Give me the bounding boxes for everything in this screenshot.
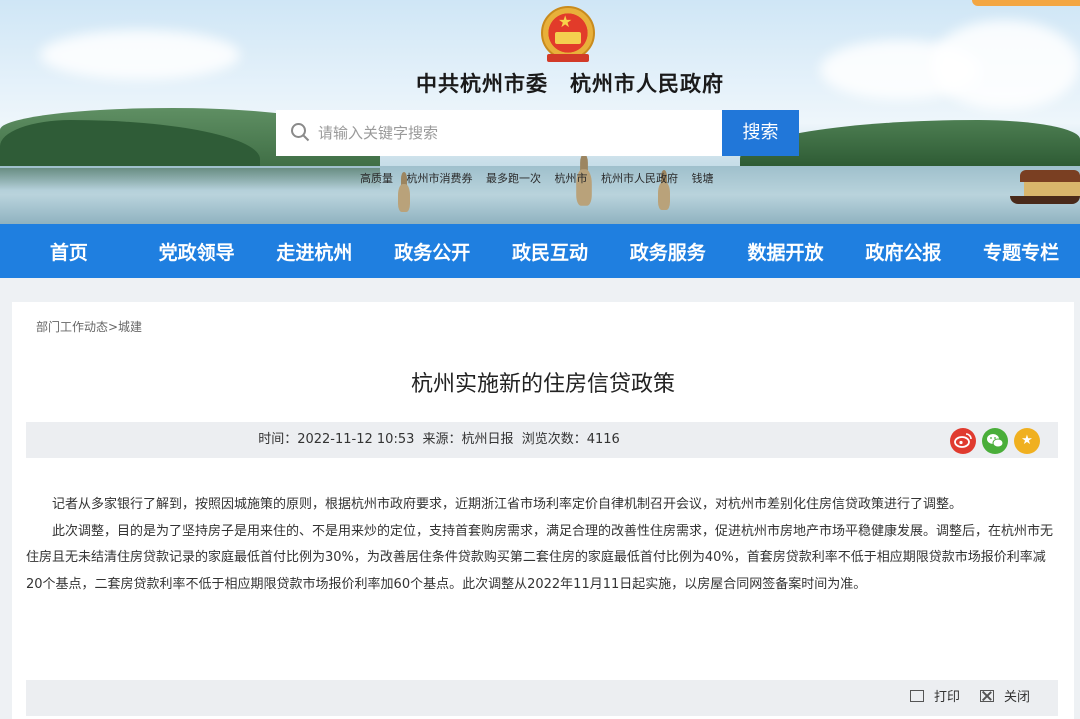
close-button[interactable]: 关闭 [980,680,1030,716]
nav-item-special-topics[interactable]: 专题专栏 [962,238,1080,265]
national-emblem-icon: ★ [541,6,595,64]
article-paragraph: 记者从多家银行了解到，按照因城施策的原则，根据杭州市政府要求，近期浙江省市场利率… [52,497,963,512]
printer-icon [910,690,924,702]
search-input[interactable] [318,110,718,156]
breadcrumb[interactable]: 部门工作动态>城建 [36,318,142,335]
article-title: 杭州实施新的住房信贷政策 [410,372,675,397]
nav-item-interaction[interactable]: 政民互动 [491,238,609,265]
article-paragraph: 此次调整，目的是为了坚持房子是用来住的、不是用来炒的定位，支持首套购房需求，满足… [26,523,1054,592]
print-button[interactable]: 打印 [910,680,960,716]
hot-word-link[interactable]: 钱塘 [692,172,714,185]
hot-words: 高质量 杭州市消费券 最多跑一次 杭州市 杭州市人民政府 钱塘 [360,170,724,186]
nav-item-open-data[interactable]: 数据开放 [727,238,845,265]
time-label: 时间： [258,432,298,447]
search-box[interactable] [276,110,722,156]
lake-reflection [0,168,380,190]
source-value: 杭州日报 [461,432,514,447]
hot-word-link[interactable]: 高质量 [360,172,393,185]
main-nav: 首页 党政领导 走进杭州 政务公开 政民互动 政务服务 数据开放 政府公报 专题… [0,224,1080,278]
nav-item-about-hangzhou[interactable]: 走进杭州 [256,238,374,265]
search-icon [291,123,310,142]
wechat-icon[interactable] [982,428,1008,454]
article-card: 部门工作动态>城建 杭州实施新的住房信贷政策 时间：2022-11-12 10:… [12,302,1074,719]
hot-word-link[interactable]: 杭州市消费券 [407,172,473,185]
favorite-icon[interactable]: ★ [1014,428,1040,454]
cloud [40,30,240,80]
hot-word-link[interactable]: 杭州市 [555,172,588,185]
nav-item-gazette[interactable]: 政府公报 [844,238,962,265]
hot-word-link[interactable]: 最多跑一次 [486,172,541,185]
cloud [930,20,1080,110]
article-meta: 时间：2022-11-12 10:53 来源：杭州日报 浏览次数：4116 [26,422,856,458]
publish-time: 2022-11-12 10:53 [297,432,415,447]
pleasure-boat [1010,170,1080,206]
view-count: 4116 [586,432,620,447]
weibo-icon[interactable] [950,428,976,454]
article-meta-bar: 时间：2022-11-12 10:53 来源：杭州日报 浏览次数：4116 ★ [26,422,1058,458]
nav-item-home[interactable]: 首页 [0,238,138,265]
source-label: 来源： [422,432,462,447]
print-label: 打印 [934,690,961,705]
site-title: 中共杭州市委 杭州市人民政府 [416,71,724,96]
views-label: 浏览次数： [521,432,587,447]
nav-item-open-government[interactable]: 政务公开 [373,238,491,265]
nav-item-services[interactable]: 政务服务 [609,238,727,265]
search-button[interactable]: 搜索 [722,110,799,156]
close-icon [980,690,994,702]
top-accent-strip [972,0,1080,6]
article-tools-bar: 打印 关闭 [26,680,1058,716]
hot-word-link[interactable]: 杭州市人民政府 [601,172,678,185]
close-label: 关闭 [1004,690,1031,705]
article-body: 记者从多家银行了解到，按照因城施策的原则，根据杭州市政府要求，近期浙江省市场利率… [26,492,1058,598]
nav-item-leaders[interactable]: 党政领导 [138,238,256,265]
